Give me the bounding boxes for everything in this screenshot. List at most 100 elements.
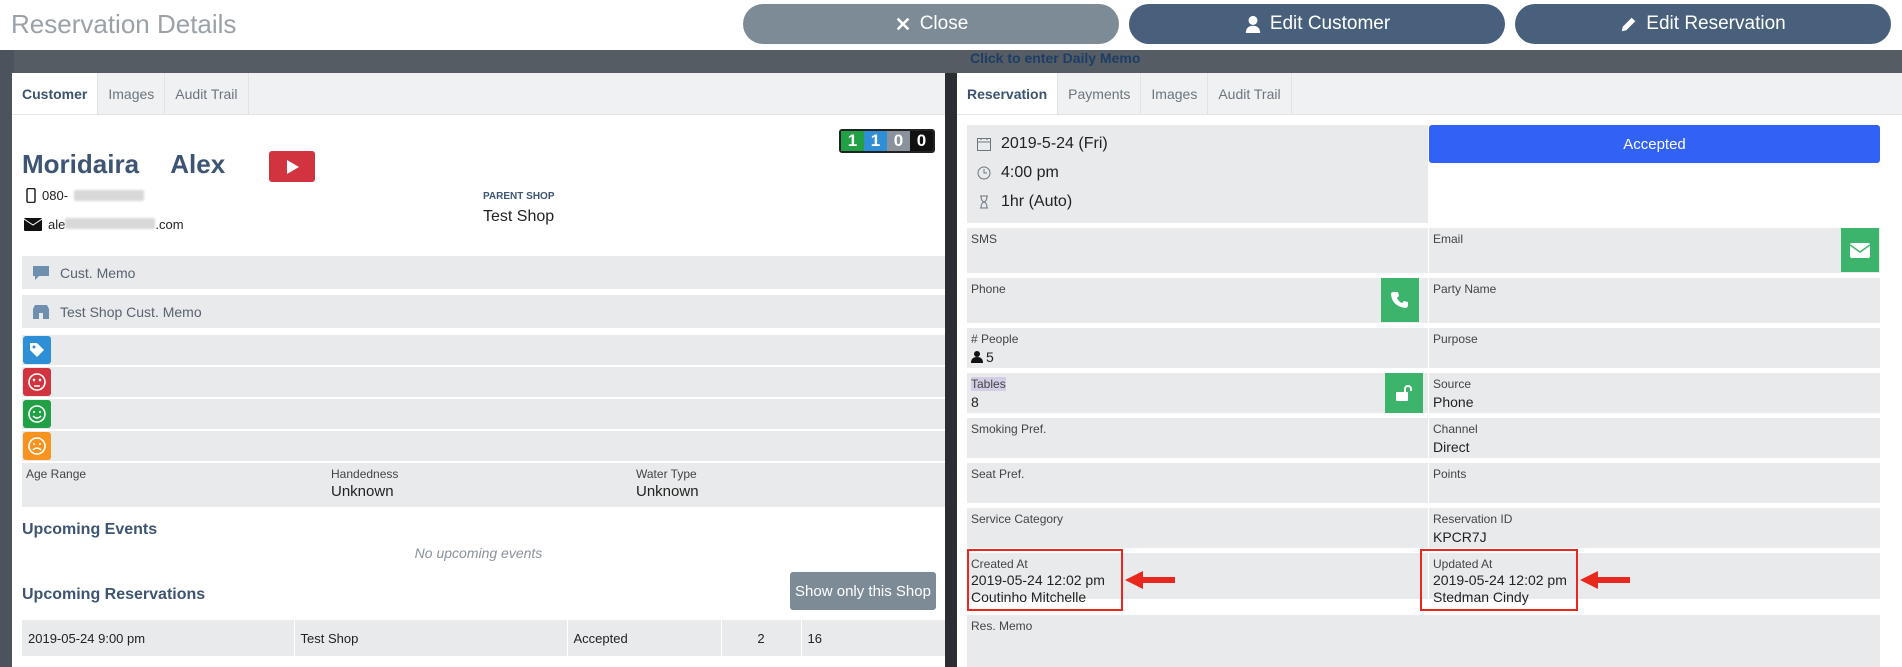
tables-field[interactable]: Tables 8 xyxy=(967,373,1428,413)
purpose-label: Purpose xyxy=(1433,332,1478,346)
email-start: ale xyxy=(48,217,66,232)
play-video-button[interactable] xyxy=(269,151,315,182)
tab-images[interactable]: Images xyxy=(98,73,166,114)
email-field[interactable]: Email xyxy=(1429,228,1880,273)
visit-counters: 1 1 0 0 xyxy=(839,129,935,153)
shop-memo-row[interactable]: Test Shop Cust. Memo xyxy=(22,295,945,328)
close-button[interactable]: Close xyxy=(743,4,1119,44)
customer-email: ale .com xyxy=(24,217,184,232)
frown-icon xyxy=(23,432,51,460)
sms-label: SMS xyxy=(971,232,998,246)
tab-reservation[interactable]: Reservation xyxy=(957,73,1059,114)
date-text: 2019-5-24 (Fri) xyxy=(1001,135,1108,152)
people-field[interactable]: # People 5 xyxy=(967,328,1428,368)
source-field[interactable]: Source Phone xyxy=(1429,373,1880,413)
shop-memo-label: Test Shop Cust. Memo xyxy=(60,303,202,320)
time-line: 4:00 pm xyxy=(977,164,1059,182)
channel-field[interactable]: Channel Direct xyxy=(1429,418,1880,458)
people-value: 5 xyxy=(986,349,994,365)
counter-2: 1 xyxy=(864,131,887,151)
res-id-value: KPCR7J xyxy=(1433,529,1487,545)
show-only-shop-button[interactable]: Show only this Shop xyxy=(790,572,936,610)
counter-4: 0 xyxy=(910,131,933,151)
mobile-icon xyxy=(26,188,36,203)
table-row[interactable]: 2019-05-24 9:00 pm Test Shop Accepted 2 … xyxy=(22,620,945,656)
unlock-table-button[interactable] xyxy=(1385,373,1423,413)
water-type-value: Unknown xyxy=(636,483,699,500)
date-line: 2019-5-24 (Fri) xyxy=(977,135,1108,153)
daily-memo-link[interactable]: Click to enter Daily Memo xyxy=(970,50,1140,66)
customer-name: Moridaira Alex xyxy=(22,149,225,180)
dizzy-row[interactable] xyxy=(22,367,945,397)
calendar-icon xyxy=(977,138,991,151)
edit-reservation-button[interactable]: Edit Reservation xyxy=(1515,4,1891,44)
person-icon xyxy=(971,351,983,363)
water-type-label: Water Type xyxy=(636,467,697,481)
channel-label: Channel xyxy=(1433,422,1478,436)
user-icon xyxy=(1245,15,1261,33)
customer-panel: Customer Images Audit Trail 1 1 0 0 Mori… xyxy=(12,73,945,667)
created-highlight-box xyxy=(967,549,1123,611)
store-icon xyxy=(33,304,49,319)
tab-audit-trail[interactable]: Audit Trail xyxy=(1208,73,1292,114)
tab-audit-trail[interactable]: Audit Trail xyxy=(165,73,249,114)
smile-row[interactable] xyxy=(22,399,945,429)
counter-1: 1 xyxy=(841,131,864,151)
tab-images[interactable]: Images xyxy=(1141,73,1209,114)
customer-phone: 080- xyxy=(26,188,145,203)
tag-row[interactable] xyxy=(22,335,945,365)
res-memo-field[interactable]: Res. Memo xyxy=(967,615,1880,667)
first-name: Alex xyxy=(170,149,226,179)
edit-customer-button[interactable]: Edit Customer xyxy=(1129,4,1505,44)
phone-field[interactable]: Phone xyxy=(967,278,1428,323)
reservation-tabs: Reservation Payments Images Audit Trail xyxy=(957,73,1902,115)
tab-customer[interactable]: Customer xyxy=(12,73,99,114)
party-name-field[interactable]: Party Name xyxy=(1429,278,1880,323)
phone-redacted xyxy=(74,190,145,201)
res-id-label: Reservation ID xyxy=(1433,512,1513,526)
created-arrow-icon xyxy=(1125,571,1175,589)
modal-title: Reservation Details xyxy=(11,9,237,39)
phone-text: 080- xyxy=(42,188,69,203)
duration-text: 1hr (Auto) xyxy=(1001,193,1073,210)
time-text: 4:00 pm xyxy=(1001,164,1059,181)
email-label: Email xyxy=(1433,232,1464,246)
duration-line: 1hr (Auto) xyxy=(977,193,1072,211)
modal-header: Reservation Details Close Edit Customer … xyxy=(0,0,1902,50)
parent-shop-value: Test Shop xyxy=(483,208,555,225)
status-button[interactable]: Accepted xyxy=(1429,125,1880,163)
edit-reservation-label: Edit Reservation xyxy=(1646,13,1786,34)
call-phone-button[interactable] xyxy=(1381,278,1419,322)
smoking-field[interactable]: Smoking Pref. xyxy=(967,418,1428,458)
dizzy-face-icon xyxy=(23,368,51,396)
comment-icon xyxy=(33,265,49,280)
sms-field[interactable]: SMS xyxy=(967,228,1428,273)
handedness-value: Unknown xyxy=(331,483,394,500)
tab-payments[interactable]: Payments xyxy=(1058,73,1142,114)
upcoming-events-title: Upcoming Events xyxy=(22,521,158,538)
purpose-field[interactable]: Purpose xyxy=(1429,328,1880,368)
tables-label: Tables xyxy=(971,377,1006,391)
cust-memo-row[interactable]: Cust. Memo xyxy=(22,256,945,289)
reservations-table: 2019-05-24 9:00 pm Test Shop Accepted 2 … xyxy=(22,620,945,656)
customer-tabs: Customer Images Audit Trail xyxy=(12,73,945,115)
channel-value: Direct xyxy=(1433,439,1470,455)
smile-icon xyxy=(23,400,51,428)
reservation-panel: Reservation Payments Images Audit Trail … xyxy=(957,73,1902,667)
age-range-label: Age Range xyxy=(26,467,87,481)
frown-row[interactable] xyxy=(22,431,945,461)
background-strip xyxy=(0,50,1902,73)
email-end: .com xyxy=(155,217,184,232)
reservation-id-field: Reservation ID KPCR7J xyxy=(1429,508,1880,548)
clock-icon xyxy=(977,166,991,180)
service-category-field[interactable]: Service Category xyxy=(967,508,1428,548)
no-events-text: No upcoming events xyxy=(414,545,543,561)
send-email-button[interactable] xyxy=(1841,228,1879,272)
envelope-icon xyxy=(24,218,42,231)
smoking-label: Smoking Pref. xyxy=(971,422,1047,436)
counter-3: 0 xyxy=(887,131,910,151)
email-redacted xyxy=(65,218,156,229)
points-field[interactable]: Points xyxy=(1429,463,1880,503)
seat-pref-field[interactable]: Seat Pref. xyxy=(967,463,1428,503)
datetime-box[interactable]: 2019-5-24 (Fri) 4:00 pm 1hr (Auto) xyxy=(967,125,1428,223)
